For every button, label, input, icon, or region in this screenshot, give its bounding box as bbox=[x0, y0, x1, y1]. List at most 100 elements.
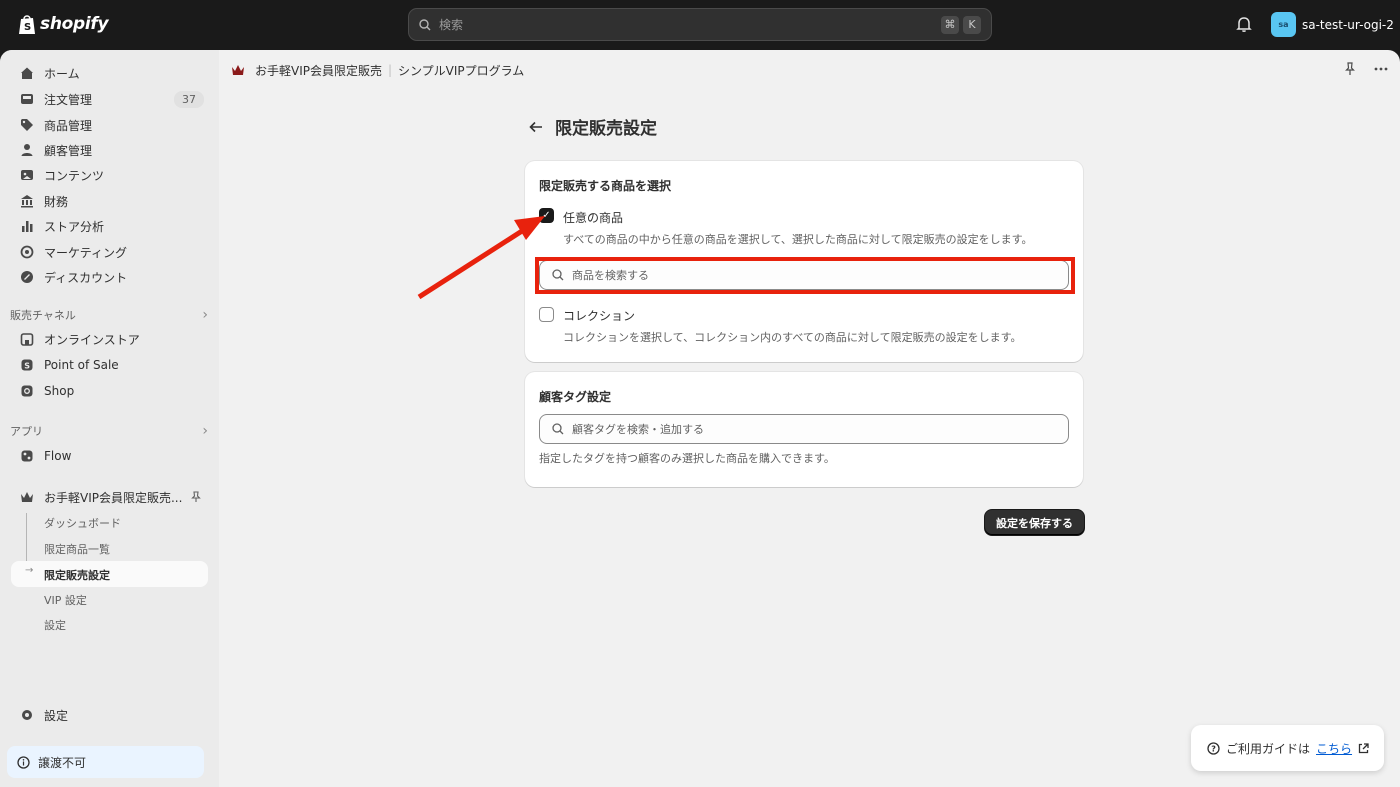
pin-icon[interactable] bbox=[190, 491, 202, 503]
store-menu[interactable]: sa sa-test-ur-ogi-2 bbox=[1271, 12, 1394, 37]
plan-name: シンプルVIPプログラム bbox=[398, 63, 525, 78]
orders-count-badge: 37 bbox=[174, 90, 204, 108]
home-icon bbox=[21, 67, 33, 79]
nav-home-label: ホーム bbox=[44, 66, 80, 81]
sub-dashboard[interactable]: ダッシュボード bbox=[44, 515, 121, 531]
nav-products[interactable]: 商品管理 bbox=[10, 112, 208, 138]
customer-tag-title: 顧客タグ設定 bbox=[539, 390, 612, 404]
target-icon bbox=[20, 245, 34, 259]
collection-checkbox[interactable] bbox=[539, 307, 554, 322]
global-search-input[interactable]: 検索 ⌘ K bbox=[408, 8, 992, 41]
image-icon bbox=[21, 170, 33, 180]
shopify-logo[interactable]: S shopify bbox=[18, 13, 109, 35]
bell-icon[interactable] bbox=[1235, 15, 1253, 33]
page-title: 限定販売設定 bbox=[555, 119, 657, 139]
non-transferable-notice[interactable]: 譲渡不可 bbox=[7, 746, 204, 778]
nav-vip-app[interactable]: お手軽VIP会員限定販売... bbox=[10, 484, 208, 510]
apps-header[interactable]: アプリ › bbox=[10, 423, 208, 439]
pin-icon[interactable] bbox=[1344, 62, 1356, 76]
svg-text:?: ? bbox=[1211, 744, 1216, 753]
page-header: 限定販売設定 bbox=[529, 114, 657, 139]
nav-settings[interactable]: 設定 bbox=[10, 702, 208, 728]
more-horizontal-icon[interactable] bbox=[1374, 62, 1388, 76]
nav-orders[interactable]: 注文管理 37 bbox=[10, 86, 208, 112]
nav-discounts[interactable]: ディスカウント bbox=[10, 264, 208, 290]
nav-marketing[interactable]: マーケティング bbox=[10, 239, 208, 265]
nav-online-store-label: オンラインストア bbox=[44, 332, 140, 347]
gear-icon bbox=[22, 710, 32, 720]
pos-icon: S bbox=[21, 359, 33, 371]
tree-arrow-icon: → bbox=[25, 565, 34, 576]
guide-text: ご利用ガイドは bbox=[1226, 741, 1311, 756]
sub-vip-settings[interactable]: VIP 設定 bbox=[44, 592, 87, 608]
any-product-help: すべての商品の中から任意の商品を選択して、選択した商品に対して限定販売の設定をし… bbox=[563, 233, 1033, 246]
svg-text:S: S bbox=[24, 22, 31, 33]
nav-vip-app-label: お手軽VIP会員限定販売... bbox=[44, 490, 183, 505]
crown-icon bbox=[21, 492, 33, 502]
separator: | bbox=[388, 63, 393, 77]
nav-online-store[interactable]: オンラインストア bbox=[10, 326, 208, 352]
sales-channels-header[interactable]: 販売チャネル › bbox=[10, 307, 208, 323]
svg-text:S: S bbox=[24, 362, 30, 371]
logo-text: shopify bbox=[40, 14, 109, 34]
customer-tag-help: 指定したタグを持つ顧客のみ選択した商品を購入できます。 bbox=[539, 452, 835, 465]
nav-marketing-label: マーケティング bbox=[44, 245, 128, 260]
shopify-bag-icon: S bbox=[19, 15, 35, 34]
sales-channels-label: 販売チャネル bbox=[10, 309, 76, 322]
person-icon bbox=[21, 144, 33, 156]
nav-content[interactable]: コンテンツ bbox=[10, 162, 208, 188]
nav-finance-label: 財務 bbox=[44, 194, 69, 209]
search-icon bbox=[552, 423, 564, 435]
nav-orders-label: 注文管理 bbox=[44, 92, 93, 107]
product-card-title: 限定販売する商品を選択 bbox=[539, 179, 672, 193]
chart-icon bbox=[22, 221, 33, 232]
customer-tag-card: 顧客タグ設定 顧客タグを検索・追加する 指定したタグを持つ顧客のみ選択した商品を… bbox=[525, 372, 1083, 487]
nav-products-label: 商品管理 bbox=[44, 118, 93, 133]
crown-icon bbox=[232, 65, 244, 75]
apps-label: アプリ bbox=[10, 425, 43, 438]
collection-help: コレクションを選択して、コレクション内のすべての商品に対して限定販売の設定をしま… bbox=[563, 331, 1022, 344]
nav-settings-label: 設定 bbox=[44, 708, 69, 723]
bank-icon bbox=[21, 195, 33, 208]
store-avatar: sa bbox=[1271, 12, 1296, 37]
nav-flow-label: Flow bbox=[44, 449, 72, 463]
user-guide-box: ? ご利用ガイドは こちら bbox=[1191, 725, 1384, 771]
sub-limited-products[interactable]: 限定商品一覧 bbox=[44, 541, 110, 557]
top-bar: S shopify 検索 ⌘ K sa sa-test-ur-ogi-2 bbox=[0, 0, 1400, 50]
guide-link[interactable]: こちら bbox=[1316, 740, 1352, 757]
nav-home[interactable]: ホーム bbox=[10, 60, 208, 86]
tag-icon bbox=[21, 119, 33, 131]
annotation-highlight-box bbox=[535, 257, 1075, 294]
flow-icon bbox=[21, 450, 33, 462]
nav-flow[interactable]: Flow bbox=[10, 443, 208, 469]
chevron-right-icon: › bbox=[202, 423, 208, 439]
customer-tag-placeholder: 顧客タグを検索・追加する bbox=[572, 423, 704, 436]
nav-analytics[interactable]: ストア分析 bbox=[10, 213, 208, 239]
sub-settings[interactable]: 設定 bbox=[44, 617, 66, 633]
nav-customers[interactable]: 顧客管理 bbox=[10, 137, 208, 163]
save-settings-button[interactable]: 設定を保存する bbox=[985, 510, 1084, 535]
app-bar-actions bbox=[1344, 62, 1388, 76]
app-title-bar: お手軽VIP会員限定販売 | シンプルVIPプログラム bbox=[219, 50, 1400, 90]
nav-shop-label: Shop bbox=[44, 384, 75, 398]
nav-content-label: コンテンツ bbox=[44, 168, 105, 183]
external-link-icon bbox=[1358, 742, 1369, 753]
sidebar: ホーム 注文管理 37 商品管理 顧客管理 コンテンツ 財務 ストア分析 マーケ… bbox=[0, 50, 219, 787]
discount-icon bbox=[21, 271, 33, 283]
search-icon bbox=[419, 18, 431, 30]
any-product-label: 任意の商品 bbox=[563, 211, 624, 225]
back-arrow-icon[interactable] bbox=[529, 121, 543, 133]
nav-shop[interactable]: Shop bbox=[10, 378, 208, 404]
sub-limited-sale-settings-label: 限定販売設定 bbox=[44, 569, 110, 582]
non-transferable-label: 譲渡不可 bbox=[38, 755, 87, 770]
nav-discounts-label: ディスカウント bbox=[44, 270, 128, 285]
nav-analytics-label: ストア分析 bbox=[44, 219, 105, 234]
any-product-checkbox[interactable]: ✓ bbox=[539, 208, 554, 223]
store-icon bbox=[20, 333, 34, 346]
nav-point-of-sale-label: Point of Sale bbox=[44, 358, 119, 372]
app-title: お手軽VIP会員限定販売 bbox=[255, 63, 382, 78]
nav-point-of-sale[interactable]: S Point of Sale bbox=[10, 352, 208, 378]
search-placeholder: 検索 bbox=[439, 18, 464, 32]
nav-finance[interactable]: 財務 bbox=[10, 188, 208, 214]
customer-tag-search-input[interactable]: 顧客タグを検索・追加する bbox=[539, 414, 1069, 444]
